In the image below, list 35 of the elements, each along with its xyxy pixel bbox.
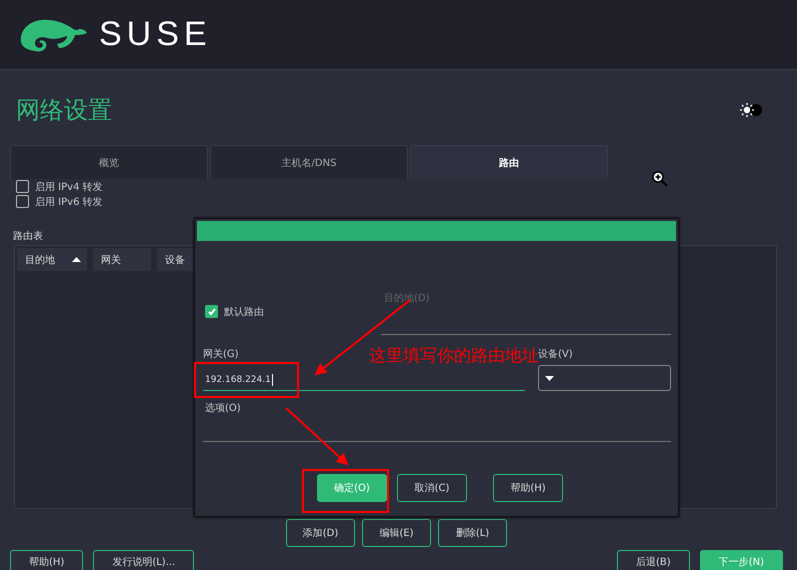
table-action-button[interactable]: 编辑(E) <box>362 519 431 547</box>
dialog-button[interactable]: 取消(C) <box>397 474 467 502</box>
theme-toggle-icon[interactable] <box>739 102 763 118</box>
checkbox[interactable] <box>16 195 29 208</box>
column-header[interactable]: 目的地 <box>17 248 87 271</box>
gateway-field[interactable]: 192.168.224.1 <box>203 370 525 391</box>
tab[interactable]: 概览 <box>10 145 208 179</box>
tab[interactable]: 主机名/DNS <box>210 145 408 179</box>
section-label: 路由表 <box>12 230 43 243</box>
options-field[interactable]: 选项(O) <box>203 401 671 442</box>
tab[interactable]: 路由 <box>410 145 608 179</box>
zoom-cursor-icon <box>652 171 668 187</box>
field-label: 目的地(D) <box>384 293 430 304</box>
device-dropdown[interactable] <box>538 365 671 391</box>
dialog-button[interactable]: 帮助(H) <box>493 474 563 502</box>
page-title: 网络设置 <box>16 95 112 126</box>
annotation-text: 这里填写你的路由地址 <box>369 347 539 365</box>
footer-button[interactable]: 后退(B) <box>617 550 690 570</box>
brand-name: SUSE <box>99 15 212 54</box>
table-action-button[interactable]: 添加(D) <box>286 519 355 547</box>
checkbox[interactable] <box>16 180 29 193</box>
dropdown-caret-icon <box>545 376 554 380</box>
field-label: 网关(G) <box>203 348 239 361</box>
checkbox-label: 启用 IPv6 转发 <box>35 196 103 208</box>
column-header[interactable]: 网关 <box>93 248 151 271</box>
annotation-arrow <box>285 407 348 466</box>
checkbox[interactable] <box>205 305 218 318</box>
field-label: 设备(V) <box>538 349 573 360</box>
sort-caret-icon <box>72 257 81 262</box>
table-action-button[interactable]: 删除(L) <box>438 519 507 547</box>
checkbox-label: 启用 IPv4 转发 <box>35 180 103 194</box>
footer-button[interactable]: 帮助(H) <box>10 550 84 570</box>
footer-button[interactable]: 发行说明(L)... <box>93 550 194 570</box>
checkbox-label: 默认路由 <box>224 306 264 318</box>
field-label: 选项(O) <box>205 403 241 414</box>
